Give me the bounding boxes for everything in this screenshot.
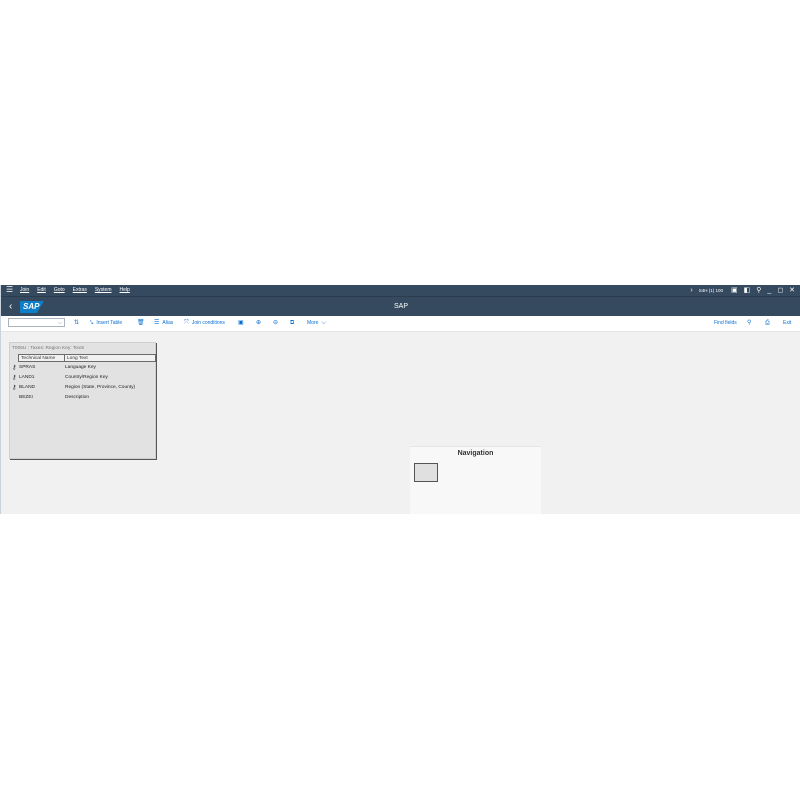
field-name: BEZEI xyxy=(19,395,33,400)
alias-label: Alias xyxy=(162,320,174,326)
table-row[interactable]: ⚷ SPRAS Language Key xyxy=(10,363,156,373)
find-fields-button[interactable]: Find fields xyxy=(714,319,737,328)
key-icon: ⚷ xyxy=(12,385,17,391)
sap-window: ☰ Join Edit Goto Extras System Help › S4… xyxy=(0,285,800,514)
navigation-panel: Navigation xyxy=(410,446,541,514)
system-info: S4H (1) 100 xyxy=(698,288,724,293)
help-icon[interactable]: ⚲ xyxy=(756,285,761,296)
zoom-out-button[interactable]: ⊖ xyxy=(273,319,278,328)
menu-goto[interactable]: Goto xyxy=(54,285,65,296)
field-text: Region (State, Province, County) xyxy=(65,385,136,390)
key-icon: ⚷ xyxy=(12,375,17,381)
close-icon[interactable]: ✕ xyxy=(789,285,795,296)
customize-icon[interactable]: ◧ xyxy=(744,285,751,296)
more-label: More xyxy=(307,320,319,326)
layout-icon: ▣ xyxy=(238,320,244,326)
alias-icon: ☰ xyxy=(154,320,160,326)
menu-extras[interactable]: Extras xyxy=(73,285,87,296)
menu-list: Join Edit Goto Extras System Help xyxy=(20,285,130,296)
key-icon: ⚷ xyxy=(12,365,17,371)
toggle-icon-button[interactable]: ⇅ xyxy=(74,319,79,328)
window-controls: › S4H (1) 100 ▣ ◧ ⚲ _ ◻ ✕ xyxy=(690,285,795,296)
table-box[interactable]: T005U : Taxes: Region Key: Texts Technic… xyxy=(9,342,156,459)
insert-table-button[interactable]: ⤥ Insert Table xyxy=(90,319,122,328)
search-button[interactable]: ⚲ xyxy=(747,319,751,328)
alias-button[interactable]: ☰ Alias xyxy=(154,319,173,328)
minimize-icon[interactable]: _ xyxy=(767,285,771,296)
table-rows: ⚷ SPRAS Language Key ⚷ LAND1 Country/Reg… xyxy=(10,363,156,403)
field-text: Description xyxy=(65,395,89,400)
column-header-long-text: Long Text xyxy=(67,356,88,361)
join-conditions-button[interactable]: ⤧ Join conditions xyxy=(184,319,225,328)
join-canvas[interactable]: T005U : Taxes: Region Key: Texts Technic… xyxy=(1,332,800,514)
zoom-in-button[interactable]: ⊕ xyxy=(256,319,261,328)
zoom-out-icon: ⊖ xyxy=(273,320,279,326)
command-combo[interactable]: ⌵ xyxy=(8,318,65,327)
chevron-down-icon: ⌵ xyxy=(321,320,326,326)
more-button[interactable]: More ⌵ xyxy=(307,319,326,328)
insert-table-icon: ⤥ xyxy=(90,320,94,326)
column-divider xyxy=(64,355,65,362)
navigation-title: Navigation xyxy=(457,450,494,457)
insert-table-label: Insert Table xyxy=(96,320,123,326)
field-text: Country/Region Key xyxy=(65,375,108,380)
search-icon: ⚲ xyxy=(747,320,752,326)
play-icon[interactable]: ▣ xyxy=(731,285,738,296)
swap-icon: ⇅ xyxy=(74,320,80,326)
zoom-in-icon: ⊕ xyxy=(256,320,262,326)
delete-button[interactable]: 🗑 xyxy=(137,319,145,328)
menu-bar: ☰ Join Edit Goto Extras System Help › S4… xyxy=(1,285,800,296)
field-name: BLAND xyxy=(19,385,35,390)
navigation-viewport[interactable] xyxy=(414,463,438,482)
exit-button[interactable]: Exit xyxy=(783,319,791,328)
table-row[interactable]: ⚷ LAND1 Country/Region Key xyxy=(10,373,156,383)
toolbar: ⌵ ⇅ ⤥ Insert Table 🗑 ☰ Alias ⤧ Join cond… xyxy=(1,316,800,332)
print-icon: ⎙ xyxy=(765,320,770,326)
join-icon: ⤧ xyxy=(184,320,189,326)
hamburger-menu-icon[interactable]: ☰ xyxy=(6,285,13,295)
find-fields-label: Find fields xyxy=(714,320,737,326)
layout-button[interactable]: ▣ xyxy=(238,319,244,328)
fit-button[interactable]: ⧉ xyxy=(290,319,294,328)
menu-help[interactable]: Help xyxy=(120,285,130,296)
page-title: SAP xyxy=(393,303,408,310)
menu-join[interactable]: Join xyxy=(20,285,29,296)
column-header-technical-name: Technical Name xyxy=(21,356,56,361)
field-text: Language Key xyxy=(65,365,96,370)
join-conditions-label: Join conditions xyxy=(191,320,225,326)
chevron-right-icon[interactable]: › xyxy=(690,285,692,296)
fit-icon: ⧉ xyxy=(290,320,295,326)
field-name: LAND1 xyxy=(19,375,35,380)
print-button[interactable]: ⎙ xyxy=(765,319,770,328)
menu-edit[interactable]: Edit xyxy=(37,285,46,296)
exit-label: Exit xyxy=(783,320,792,326)
shell-bar: ‹ SAP SAP xyxy=(1,296,800,317)
table-row[interactable]: BEZEI Description xyxy=(10,393,156,403)
chevron-down-icon[interactable]: ⌵ xyxy=(58,319,62,327)
table-row[interactable]: ⚷ BLAND Region (State, Province, County) xyxy=(10,383,156,393)
menu-system[interactable]: System xyxy=(95,285,112,296)
table-title: T005U : Taxes: Region Key: Texts xyxy=(12,346,85,351)
field-name: SPRAS xyxy=(19,365,36,370)
table-header: Technical Name Long Text xyxy=(18,354,156,362)
delete-icon: 🗑 xyxy=(137,320,145,326)
maximize-icon[interactable]: ◻ xyxy=(777,285,783,296)
